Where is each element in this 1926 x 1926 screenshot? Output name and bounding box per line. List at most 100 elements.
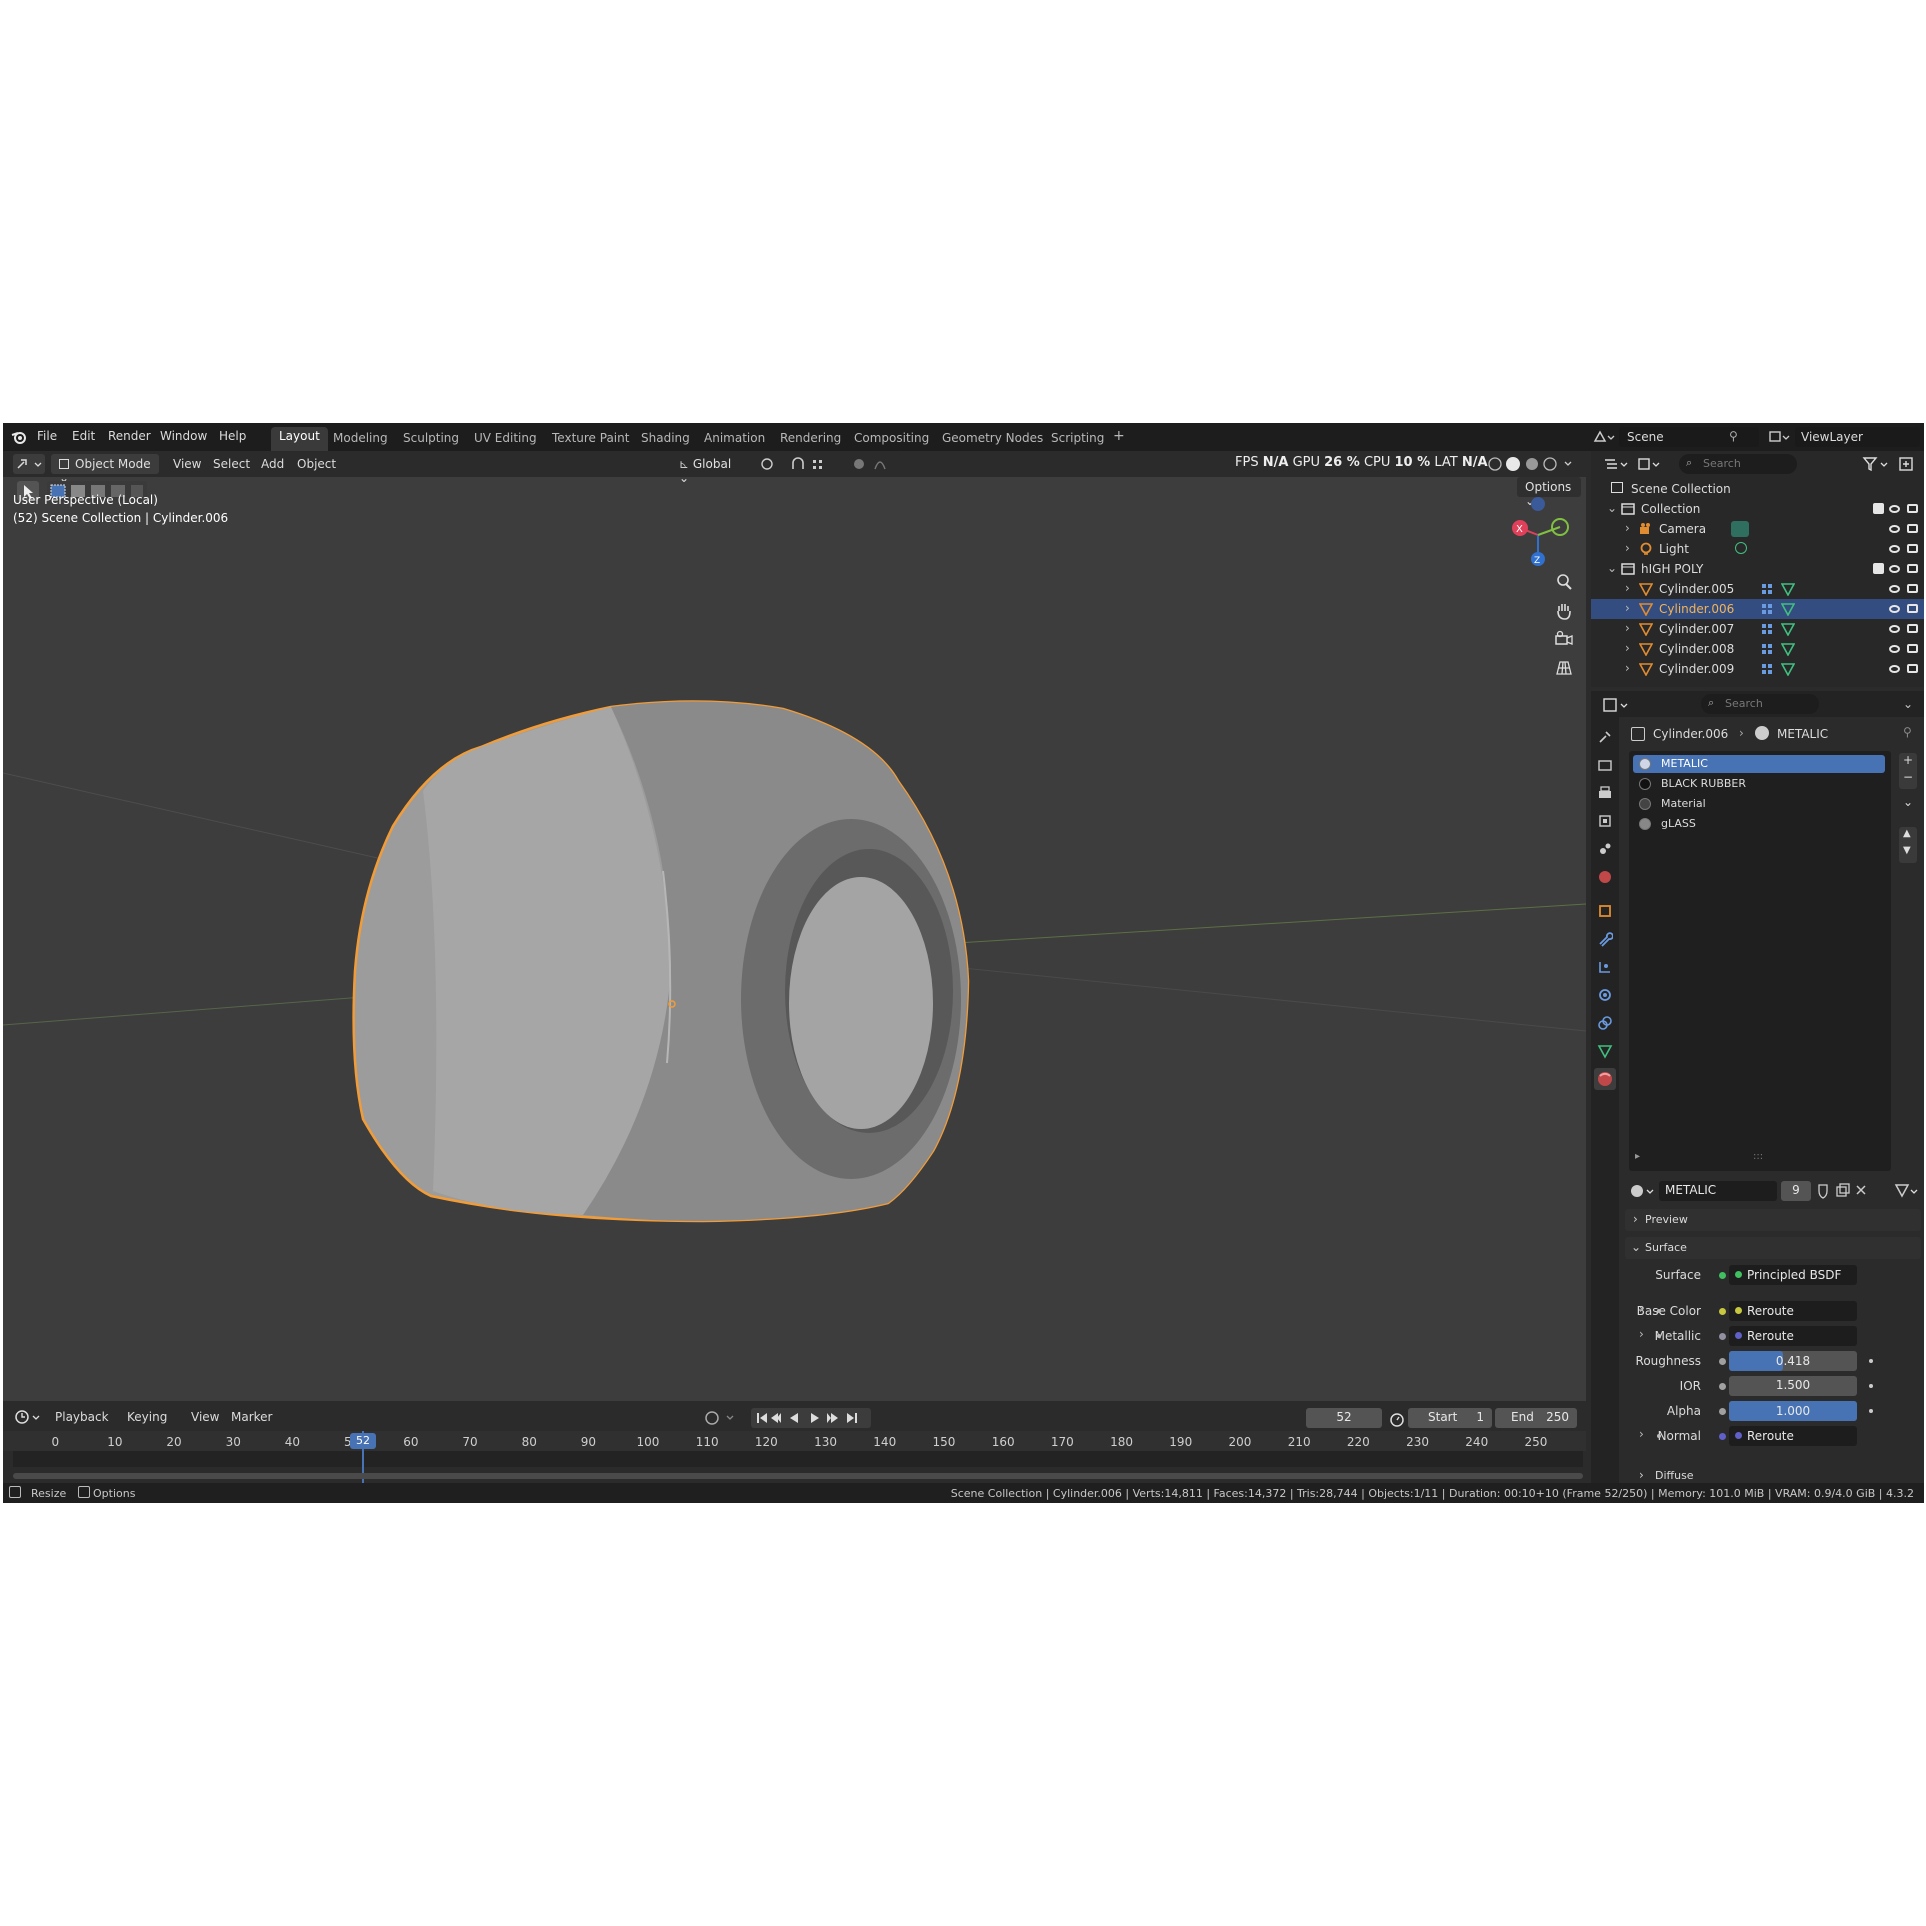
list-expand-icon[interactable]: ▸ (1635, 1151, 1640, 1162)
eye-icon[interactable] (1889, 665, 1900, 673)
tool-tab-icon[interactable] (1597, 729, 1613, 745)
menu-render[interactable]: Render (108, 429, 151, 443)
render-tab-icon[interactable] (1597, 757, 1613, 773)
tab-geometry-nodes[interactable]: Geometry Nodes (942, 431, 1043, 445)
tab-rendering[interactable]: Rendering (780, 431, 841, 445)
eye-icon[interactable] (1889, 625, 1900, 633)
render-camera-icon[interactable] (1907, 524, 1918, 533)
scene-tab-icon[interactable] (1597, 841, 1613, 857)
mesh-data-icon[interactable] (1780, 582, 1796, 597)
expand-chevron-right-icon[interactable]: › (1639, 1302, 1644, 1316)
menu-edit[interactable]: Edit (72, 429, 95, 443)
eye-icon[interactable] (1889, 565, 1900, 573)
input-socket-icon[interactable] (1719, 1358, 1726, 1365)
output-tab-icon[interactable] (1597, 785, 1613, 801)
keyframe-dot-icon[interactable] (1869, 1409, 1873, 1413)
expand-chevron-right-icon[interactable]: › (1625, 641, 1630, 655)
tab-animation[interactable]: Animation (704, 431, 765, 445)
perspective-grid-icon[interactable] (1554, 658, 1574, 678)
outliner-scene-collection[interactable]: Scene Collection (1591, 479, 1924, 499)
tab-layout[interactable]: Layout (271, 427, 328, 451)
object-tab-icon[interactable] (1597, 903, 1613, 919)
render-camera-icon[interactable] (1907, 564, 1918, 573)
timeline-scrollbar[interactable] (13, 1473, 1583, 1479)
render-camera-icon[interactable] (1907, 544, 1918, 553)
scene-icon[interactable] (1591, 427, 1615, 447)
expand-chevron-down-icon[interactable]: ⌄ (1607, 501, 1617, 515)
blender-logo-icon[interactable] (11, 429, 27, 445)
expand-chevron-right-icon[interactable]: › (1625, 621, 1630, 635)
slot-specials-icon[interactable]: ⌄ (1903, 795, 1913, 809)
value-slider[interactable]: 1.000 (1729, 1401, 1857, 1421)
tab-sculpting[interactable]: Sculpting (403, 431, 459, 445)
menu-playback[interactable]: Playback (55, 1410, 109, 1424)
move-up-icon[interactable]: ▲ (1903, 828, 1911, 839)
linked-input-field[interactable]: Reroute (1729, 1326, 1857, 1346)
expand-chevron-right-icon[interactable]: › (1639, 1327, 1644, 1341)
outliner-row-mesh[interactable]: › Cylinder.009 (1591, 659, 1924, 679)
constraints-tab-icon[interactable] (1597, 1015, 1613, 1031)
keyframe-track[interactable] (13, 1451, 1583, 1467)
preview-panel-header[interactable]: › Preview (1625, 1209, 1921, 1231)
outliner-row-light[interactable]: › Light (1591, 539, 1924, 559)
modifier-tab-icon[interactable] (1597, 931, 1614, 947)
input-socket-icon[interactable] (1719, 1433, 1726, 1440)
slot-move-buttons[interactable]: ▲ ▼ (1899, 827, 1917, 863)
render-camera-icon[interactable] (1907, 624, 1918, 633)
scene-field[interactable]: Scene ⚲ (1619, 427, 1759, 447)
browse-material-icon[interactable] (1629, 1181, 1659, 1201)
axis-gizmo[interactable]: X Z (1498, 491, 1578, 571)
start-frame-field[interactable]: Start 1 (1408, 1408, 1492, 1428)
material-slot[interactable]: Material (1633, 795, 1885, 813)
pin-properties-icon[interactable]: ⚲ (1903, 725, 1912, 739)
exclude-checkbox[interactable] (1873, 503, 1884, 514)
input-socket-icon[interactable] (1719, 1408, 1726, 1415)
outliner-row-collection[interactable]: ⌄ hIGH POLY (1591, 559, 1924, 579)
tab-scripting[interactable]: Scripting (1051, 431, 1104, 445)
keyframe-dot-icon[interactable] (1869, 1384, 1873, 1388)
mesh-data-icon[interactable] (1780, 642, 1796, 657)
modifier-icon[interactable] (1761, 623, 1775, 635)
pan-hand-icon[interactable] (1554, 601, 1574, 621)
render-camera-icon[interactable] (1907, 664, 1918, 673)
menu-window[interactable]: Window (160, 429, 207, 443)
menu-help[interactable]: Help (219, 429, 246, 443)
world-tab-icon[interactable] (1597, 869, 1613, 885)
view-layer-tab-icon[interactable] (1597, 813, 1613, 829)
remove-slot-icon[interactable]: − (1903, 770, 1913, 784)
camera-view-icon[interactable] (1554, 629, 1574, 649)
outliner-row-collection[interactable]: ⌄ Collection (1591, 499, 1924, 519)
autokey-icon[interactable] (703, 1409, 743, 1427)
input-socket-icon[interactable] (1719, 1308, 1726, 1315)
eye-icon[interactable] (1889, 505, 1900, 513)
menu-marker[interactable]: Marker (231, 1410, 272, 1424)
linked-input-field[interactable]: Reroute (1729, 1301, 1857, 1321)
move-down-icon[interactable]: ▼ (1903, 845, 1911, 856)
properties-search-input[interactable]: ⌕ Search (1701, 694, 1819, 714)
number-field[interactable]: 1.500 (1729, 1376, 1857, 1396)
display-mode-icon[interactable] (1635, 454, 1665, 474)
outliner-editor-icon[interactable] (1601, 454, 1631, 474)
input-socket-icon[interactable] (1719, 1383, 1726, 1390)
outliner-row-mesh[interactable]: › Cylinder.007 (1591, 619, 1924, 639)
viewlayer-field[interactable]: ViewLayer (1795, 427, 1920, 447)
expand-chevron-right-icon[interactable]: › (1625, 581, 1630, 595)
mesh-data-icon[interactable] (1780, 602, 1796, 617)
tab-texture-paint[interactable]: Texture Paint (552, 431, 629, 445)
material-slot[interactable]: METALIC (1633, 755, 1885, 773)
modifier-icon[interactable] (1761, 583, 1775, 595)
tab-modeling[interactable]: Modeling (333, 431, 388, 445)
add-slot-icon[interactable]: + (1903, 753, 1913, 767)
3d-viewport[interactable]: Object Mode ⌄ View Select Add Object ⊾ G… (3, 451, 1586, 1401)
expand-chevron-right-icon[interactable]: › (1625, 521, 1630, 535)
collapse-chevron-icon[interactable]: ⌄ (1903, 697, 1913, 711)
zoom-icon[interactable] (1554, 572, 1574, 592)
render-camera-icon[interactable] (1907, 504, 1918, 513)
outliner-search-input[interactable]: ⌕ Search (1679, 454, 1797, 474)
modifier-icon[interactable] (1761, 663, 1775, 675)
new-collection-icon[interactable] (1897, 454, 1917, 474)
eye-icon[interactable] (1889, 545, 1900, 553)
material-slot-list[interactable]: METALIC BLACK RUBBER Material gLASS ▸ ::: (1629, 751, 1891, 1171)
list-resize-handle[interactable]: ::: (1753, 1151, 1763, 1162)
link-slot-icon[interactable] (1893, 1181, 1921, 1201)
